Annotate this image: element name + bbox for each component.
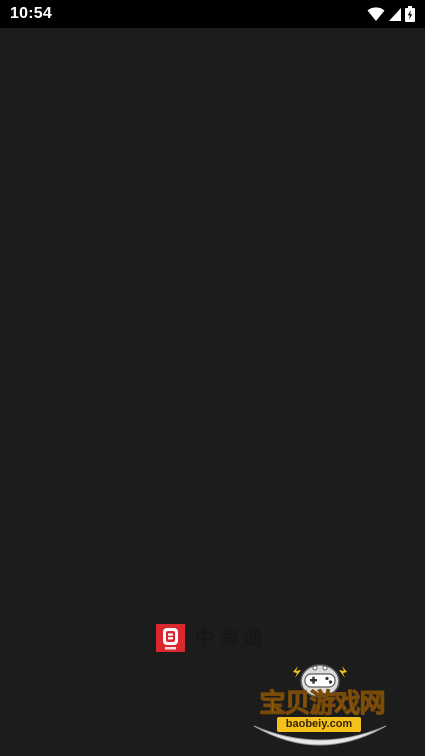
wifi-icon (367, 6, 385, 22)
status-icons (367, 5, 415, 23)
watermark-title: 宝贝游戏网 (259, 689, 386, 720)
splash-brand: 中海通 (156, 624, 267, 652)
battery-charging-icon (405, 6, 415, 22)
watermark: 宝贝游戏网 baobeiy.com (244, 658, 396, 754)
watermark-url: baobeiy.com (277, 717, 361, 732)
status-bar: 10:54 (0, 0, 425, 28)
status-time: 10:54 (10, 5, 52, 22)
app-name: 中海通 (195, 627, 268, 649)
zhonghaitong-logo-icon (156, 624, 185, 652)
cellular-signal-icon (388, 6, 402, 22)
splash-screen: 10:54 中海通 宝贝游戏网 baobeiy.com (0, 0, 425, 756)
